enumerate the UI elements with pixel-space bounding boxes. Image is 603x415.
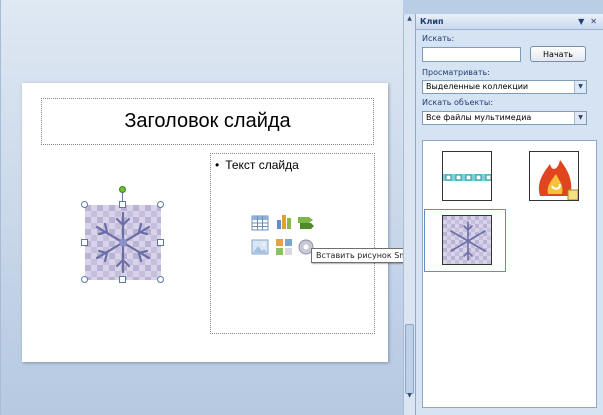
- close-icon[interactable]: ✕: [590, 17, 597, 26]
- resize-handle-nw[interactable]: [81, 201, 88, 208]
- resize-handle-se[interactable]: [157, 276, 164, 283]
- search-label: Искать:: [422, 34, 455, 43]
- chevron-down-icon[interactable]: ▼: [574, 112, 586, 124]
- media-type-value: Все файлы мультимедиа: [426, 113, 532, 122]
- bullet-text: Текст слайда: [225, 158, 299, 172]
- clip-result-snowflake[interactable]: [442, 215, 492, 265]
- smartart-icon[interactable]: [297, 214, 315, 232]
- title-placeholder[interactable]: Заголовок слайда: [41, 98, 374, 145]
- fire-clip-icon: [538, 160, 578, 200]
- bullet-dot-icon: •: [215, 158, 220, 172]
- objects-label: Искать объекты:: [422, 98, 493, 107]
- slide-title-text: Заголовок слайда: [124, 110, 291, 132]
- scroll-up-arrow-icon[interactable]: ▲: [405, 14, 414, 24]
- resize-handle-n[interactable]: [119, 201, 126, 208]
- pane-menu-icon[interactable]: ▼: [578, 17, 584, 26]
- selected-picture[interactable]: [81, 186, 164, 283]
- pane-title: Клип: [420, 17, 444, 26]
- table-icon[interactable]: [251, 214, 269, 232]
- smartart-tooltip: Вставить рисунок SmartArt: [311, 248, 403, 263]
- media-type-select[interactable]: Все файлы мультимедиа ▼: [422, 111, 587, 125]
- picture-icon[interactable]: [251, 238, 269, 256]
- resize-handle-s[interactable]: [119, 276, 126, 283]
- collections-select[interactable]: Выделенные коллекции ▼: [422, 80, 587, 94]
- workspace-scrollbar[interactable]: ▲ ▼: [403, 14, 415, 415]
- slide-canvas[interactable]: Заголовок слайда • Текст слайда Вставить…: [22, 83, 403, 362]
- content-placeholder[interactable]: • Текст слайда Вставить рисунок S: [210, 153, 403, 334]
- clip-result-fire[interactable]: [529, 151, 579, 201]
- border-clip-icon: [443, 174, 491, 181]
- clip-result-border[interactable]: [442, 151, 492, 201]
- clipart-results[interactable]: [422, 140, 597, 408]
- slide-workspace: Заголовок слайда • Текст слайда Вставить…: [0, 0, 403, 415]
- resize-handle-sw[interactable]: [81, 276, 88, 283]
- go-button[interactable]: Начать: [530, 46, 586, 62]
- chart-icon[interactable]: [275, 212, 293, 230]
- browse-label: Просматривать:: [422, 68, 490, 77]
- bullet-item: • Текст слайда: [215, 158, 299, 172]
- resize-handle-w[interactable]: [81, 239, 88, 246]
- resize-handle-e[interactable]: [157, 239, 164, 246]
- snowflake-clip-icon: [443, 216, 491, 264]
- scroll-thumb[interactable]: [405, 324, 414, 394]
- resize-handle-ne[interactable]: [157, 201, 164, 208]
- scroll-down-arrow-icon[interactable]: ▼: [405, 391, 414, 401]
- clipart-icon[interactable]: [275, 238, 293, 256]
- collections-value: Выделенные коллекции: [426, 82, 529, 91]
- pane-header: Клип ▼ ✕: [416, 14, 603, 30]
- search-input[interactable]: [422, 47, 521, 62]
- rotate-handle[interactable]: [119, 186, 126, 193]
- clipart-task-pane: Клип ▼ ✕ Искать: Начать Просматривать: В…: [415, 14, 603, 415]
- snowflake-picture: [85, 205, 161, 280]
- chevron-down-icon[interactable]: ▼: [574, 81, 586, 93]
- insert-content-icons: [251, 214, 317, 268]
